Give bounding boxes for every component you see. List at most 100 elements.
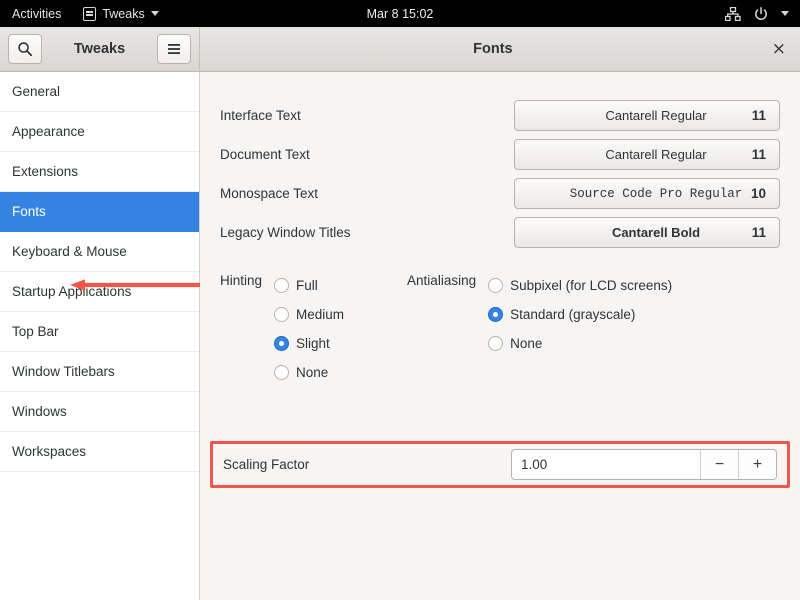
scaling-factor-stepper[interactable]: 1.00 − + [511, 449, 777, 480]
hinting-option-full[interactable]: Full [274, 271, 344, 300]
sidebar-item-fonts[interactable]: Fonts [0, 192, 199, 232]
app-menu-label: Tweaks [102, 6, 145, 21]
row-monospace-text: Monospace Text Source Code Pro Regular 1… [220, 174, 780, 213]
sidebar-item-window-titlebars[interactable]: Window Titlebars [0, 352, 199, 392]
radio-icon [488, 278, 504, 293]
option-label: Subpixel (for LCD screens) [510, 278, 673, 293]
close-button[interactable]: × [772, 40, 786, 58]
sidebar-item-label: Extensions [12, 164, 79, 179]
activities-label: Activities [12, 6, 62, 21]
antialiasing-options: Subpixel (for LCD screens) Standard (gra… [488, 271, 672, 387]
sidebar-item-label: Top Bar [12, 324, 59, 339]
hinting-option-medium[interactable]: Medium [274, 300, 344, 329]
hinting-option-slight[interactable]: Slight [274, 329, 344, 358]
sidebar-item-label: Workspaces [12, 444, 87, 459]
font-name: Cantarell Regular [605, 108, 707, 123]
legacy-window-titles-label: Legacy Window Titles [220, 225, 351, 240]
option-label: Full [296, 278, 318, 293]
font-size: 10 [750, 186, 766, 201]
monospace-text-label: Monospace Text [220, 186, 319, 201]
sidebar-item-label: Keyboard & Mouse [12, 244, 127, 259]
row-interface-text: Interface Text Cantarell Regular 11 [220, 96, 780, 135]
sidebar-item-windows[interactable]: Windows [0, 392, 199, 432]
option-label: None [510, 336, 543, 351]
search-button[interactable] [8, 34, 42, 64]
window-body: General Appearance Extensions Fonts Keyb… [0, 72, 800, 600]
font-size: 11 [751, 108, 766, 123]
hinting-label: Hinting [220, 273, 263, 288]
document-text-font-button[interactable]: Cantarell Regular 11 [514, 139, 780, 170]
network-wired-glyph [724, 6, 741, 21]
antialiasing-group: Antialiasing Subpixel (for LCD screens) … [407, 271, 672, 387]
sidebar-item-label: Startup Applications [12, 284, 132, 299]
page-title: Fonts [473, 41, 513, 57]
antialiasing-option-standard[interactable]: Standard (grayscale) [488, 300, 672, 329]
scaling-factor-decrement-button[interactable]: − [700, 450, 738, 479]
font-name: Cantarell Bold [611, 225, 701, 240]
sidebar-item-extensions[interactable]: Extensions [0, 152, 199, 192]
activities-button[interactable]: Activities [0, 7, 73, 21]
antialiasing-label: Antialiasing [407, 273, 477, 288]
option-label: Slight [296, 336, 330, 351]
font-size: 11 [751, 225, 766, 240]
power-icon [754, 6, 768, 21]
scaling-factor-increment-button[interactable]: + [738, 450, 776, 479]
option-label: Standard (grayscale) [510, 307, 636, 322]
header-bar-right: Fonts × [200, 27, 800, 71]
radio-selected-icon [488, 307, 504, 322]
search-icon [18, 42, 33, 57]
font-name: Cantarell Regular [605, 147, 707, 162]
row-legacy-window-titles: Legacy Window Titles Cantarell Bold 11 [220, 213, 780, 252]
font-size: 11 [751, 147, 766, 162]
sidebar-item-label: Windows [12, 404, 67, 419]
tweaks-sliders-icon [83, 6, 97, 21]
antialiasing-option-none[interactable]: None [488, 329, 672, 358]
gnome-top-bar: Activities Tweaks Mar 8 15:02 [0, 0, 800, 27]
sidebar: General Appearance Extensions Fonts Keyb… [0, 72, 202, 600]
header-bar-left: Tweaks [0, 27, 200, 71]
header-bar: Tweaks Fonts × [0, 27, 800, 72]
sidebar-item-general[interactable]: General [0, 72, 199, 112]
sidebar-title: Tweaks [73, 41, 126, 57]
hamburger-menu-button[interactable] [157, 34, 191, 64]
tweaks-window: Tweaks Fonts × General Appearance Extens… [0, 27, 800, 600]
scaling-factor-row-highlight: Scaling Factor 1.00 − + [210, 441, 790, 488]
sidebar-item-appearance[interactable]: Appearance [0, 112, 199, 152]
sidebar-item-label: Window Titlebars [12, 364, 115, 379]
font-name: Source Code Pro Regular [569, 186, 743, 201]
chevron-down-icon [150, 11, 159, 16]
status-chevron-down-icon [781, 11, 789, 16]
scaling-factor-input[interactable]: 1.00 [512, 450, 700, 479]
fonts-panel: Interface Text Cantarell Regular 11 Docu… [200, 72, 800, 600]
radio-icon [274, 307, 290, 322]
sidebar-item-label: Fonts [12, 204, 46, 219]
app-menu-button[interactable]: Tweaks [73, 6, 168, 21]
document-text-label: Document Text [220, 147, 310, 162]
sidebar-item-label: General [12, 84, 61, 99]
sidebar-item-keyboard-and-mouse[interactable]: Keyboard & Mouse [0, 232, 199, 272]
row-document-text: Document Text Cantarell Regular 11 [220, 135, 780, 174]
sidebar-item-startup-applications[interactable]: Startup Applications [0, 272, 199, 312]
radio-icon [274, 365, 290, 380]
option-label: Medium [296, 307, 345, 322]
interface-text-font-button[interactable]: Cantarell Regular 11 [514, 100, 780, 131]
legacy-window-titles-font-button[interactable]: Cantarell Bold 11 [514, 217, 780, 248]
radio-selected-icon [274, 336, 290, 351]
interface-text-label: Interface Text [220, 108, 301, 123]
hinting-options: Full Medium Slight None [274, 271, 344, 387]
sidebar-item-workspaces[interactable]: Workspaces [0, 432, 199, 472]
sidebar-item-label: Appearance [12, 124, 85, 139]
monospace-text-font-button[interactable]: Source Code Pro Regular 10 [514, 178, 780, 209]
sidebar-item-top-bar[interactable]: Top Bar [0, 312, 199, 352]
antialiasing-option-subpixel[interactable]: Subpixel (for LCD screens) [488, 271, 672, 300]
hamburger-menu-icon [168, 44, 180, 54]
hinting-option-none[interactable]: None [274, 358, 344, 387]
status-area[interactable] [724, 6, 800, 21]
hinting-group: Hinting Full Medium Slight None [220, 271, 344, 387]
power-glyph [755, 6, 767, 20]
radio-icon [274, 278, 290, 293]
network-wired-icon [724, 6, 741, 21]
rendering-options: Hinting Full Medium Slight None Antialia… [220, 271, 780, 387]
scaling-factor-label: Scaling Factor [223, 457, 310, 472]
radio-icon [488, 336, 504, 351]
